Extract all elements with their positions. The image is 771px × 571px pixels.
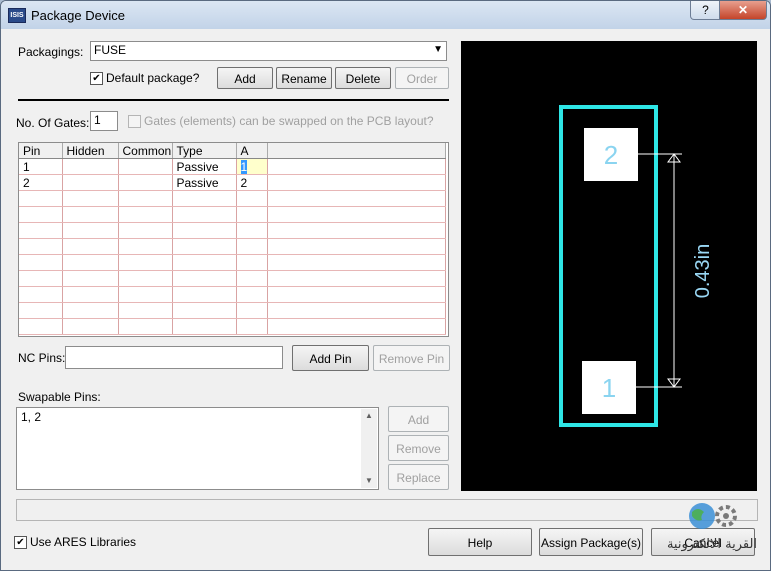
column-header[interactable]: Hidden: [62, 143, 119, 159]
pin-grid-header: Pin Hidden Common Type A: [19, 143, 446, 159]
dialog-body: Packagings: FUSE ▼ ✔ Default package? Ad…: [8, 30, 763, 564]
title-close-button[interactable]: ✕: [719, 1, 767, 20]
table-row[interactable]: [19, 222, 446, 239]
pad-2-label: 2: [604, 140, 618, 170]
nc-pins-label: NC Pins:: [18, 351, 66, 365]
packaging-select-value: FUSE: [94, 43, 127, 57]
pin-cell[interactable]: 2: [19, 174, 63, 191]
dimension-marker: [636, 153, 682, 388]
use-ares-label: Use ARES Libraries: [30, 535, 137, 549]
scroll-down-icon[interactable]: ▼: [361, 474, 377, 488]
status-bar: [16, 499, 758, 521]
swapable-add-button[interactable]: Add: [388, 406, 449, 432]
order-package-button[interactable]: Order: [395, 67, 449, 89]
watermark-text: القرية الالكترونية: [667, 537, 757, 552]
table-row[interactable]: [19, 190, 446, 207]
column-header[interactable]: A: [236, 143, 268, 159]
common-cell[interactable]: [118, 174, 173, 191]
chevron-down-icon: ▼: [433, 44, 443, 55]
table-row[interactable]: [19, 302, 446, 319]
default-package-label: Default package?: [106, 71, 200, 85]
empty-cell: [267, 158, 446, 175]
nc-pins-input[interactable]: [65, 346, 283, 369]
type-cell[interactable]: Passive: [172, 174, 237, 191]
gates-label: No. Of Gates:: [16, 116, 90, 130]
table-row[interactable]: [19, 206, 446, 223]
column-header[interactable]: Pin: [19, 143, 63, 159]
remove-pin-button[interactable]: Remove Pin: [373, 345, 450, 371]
table-row[interactable]: [19, 286, 446, 303]
add-pin-button[interactable]: Add Pin: [292, 345, 369, 371]
add-package-button[interactable]: Add: [217, 67, 273, 89]
gates-input[interactable]: 1: [90, 111, 118, 131]
packagings-label: Packagings:: [18, 45, 84, 59]
rename-package-button[interactable]: Rename: [276, 67, 332, 89]
swapable-pins-value: 1, 2: [21, 410, 42, 424]
gates-swap-label: Gates (elements) can be swapped on the P…: [144, 114, 434, 128]
use-ares-checkbox[interactable]: ✔: [14, 536, 27, 549]
table-row[interactable]: [19, 238, 446, 255]
package-device-dialog: ISIS Package Device ? ✕ Packagings: FUSE…: [0, 0, 771, 571]
default-package-checkbox[interactable]: ✔: [90, 72, 103, 85]
dimension-label: 0.43in: [692, 244, 714, 299]
hidden-cell[interactable]: [62, 174, 119, 191]
title-bar[interactable]: ISIS Package Device ? ✕: [1, 1, 770, 29]
pin-grid[interactable]: Pin Hidden Common Type A 1 Passive 1 2 P…: [18, 142, 449, 337]
package-preview: 2 1 0.43in: [461, 41, 757, 491]
vertical-scrollbar[interactable]: ▲ ▼: [361, 409, 377, 488]
swapable-pins-textarea[interactable]: 1, 2 ▲ ▼: [16, 407, 379, 490]
gate-a-cell[interactable]: 1: [236, 158, 268, 175]
swapable-replace-button[interactable]: Replace: [388, 464, 449, 490]
packaging-select[interactable]: FUSE ▼: [90, 41, 447, 61]
table-row[interactable]: 2 Passive 2: [19, 174, 446, 191]
table-row[interactable]: 1 Passive 1: [19, 158, 446, 175]
title-help-button[interactable]: ?: [690, 1, 721, 20]
empty-cell: [267, 174, 446, 191]
scroll-up-icon[interactable]: ▲: [361, 409, 377, 423]
gate-a-cell-value: 1: [240, 159, 248, 174]
app-icon: ISIS: [8, 8, 26, 23]
column-header[interactable]: Common: [118, 143, 173, 159]
divider: [18, 99, 449, 101]
table-row[interactable]: [19, 270, 446, 287]
hidden-cell[interactable]: [62, 158, 119, 175]
table-row[interactable]: [19, 318, 446, 335]
help-button[interactable]: Help: [428, 528, 532, 556]
gates-swap-checkbox[interactable]: [128, 115, 141, 128]
delete-package-button[interactable]: Delete: [335, 67, 391, 89]
table-row[interactable]: [19, 254, 446, 271]
pin-cell[interactable]: 1: [19, 158, 63, 175]
swapable-pins-label: Swapable Pins:: [18, 390, 101, 404]
pad-1-label: 1: [602, 373, 616, 403]
assign-packages-button[interactable]: Assign Package(s): [539, 528, 643, 556]
watermark-logo: القرية الالكترونية: [654, 502, 764, 552]
gate-a-cell[interactable]: 2: [236, 174, 268, 191]
type-cell[interactable]: Passive: [172, 158, 237, 175]
column-header[interactable]: Type: [172, 143, 237, 159]
preview-canvas: 2 1 0.43in: [559, 105, 714, 427]
common-cell[interactable]: [118, 158, 173, 175]
swapable-remove-button[interactable]: Remove: [388, 435, 449, 461]
column-header: [267, 143, 446, 159]
window-title: Package Device: [31, 8, 125, 23]
